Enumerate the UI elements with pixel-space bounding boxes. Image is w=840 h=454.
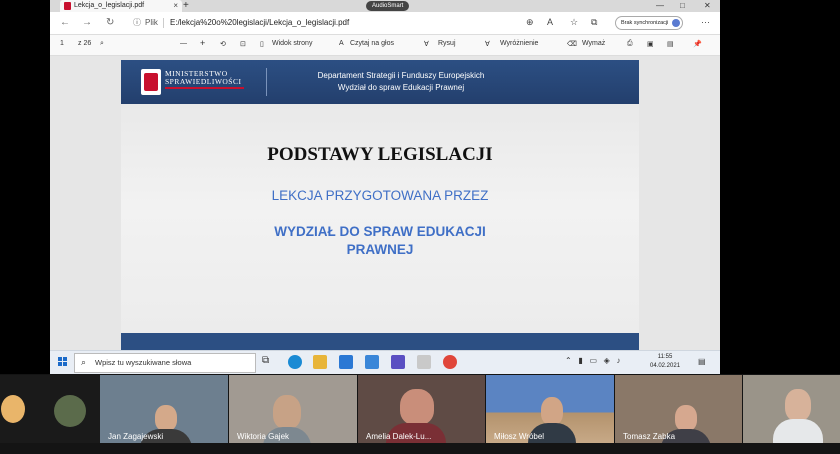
clock-time: 11:55 (657, 354, 673, 360)
separator (163, 18, 164, 28)
profile-avatar (672, 19, 681, 27)
highlight-icon[interactable]: ∀ (485, 40, 490, 48)
chrome-icon[interactable] (443, 355, 457, 369)
site-label: Plik (145, 18, 158, 27)
pdf-viewer[interactable]: MINISTERSTWO SPRAWIEDLIWOŚCI Departament… (50, 56, 720, 350)
read-aloud-icon[interactable]: A (547, 17, 553, 27)
avatar (1, 395, 25, 423)
minimize-button[interactable]: — (656, 0, 664, 12)
windows-taskbar: ⌕ Wpisz tu wyszukiwane słowa ⧉ ⌃ ▮ ▭ ◈ ♪… (50, 350, 720, 374)
search-placeholder: Wpisz tu wyszukiwane słowa (95, 358, 192, 367)
info-icon[interactable]: ⓘ (133, 17, 141, 28)
zoom-icon[interactable]: ⊕ (526, 17, 534, 28)
department-line1: Departament Strategii i Funduszy Europej… (317, 71, 485, 80)
url-field[interactable]: E:/lekcja%20o%20legislacji/Lekcja_o_legi… (170, 18, 349, 27)
audiosmart-badge: AudioSmart (366, 1, 410, 11)
draw-button[interactable]: Rysuj (438, 40, 456, 47)
participant-tile[interactable] (743, 375, 840, 443)
taskbar-search-input[interactable]: ⌕ Wpisz tu wyszukiwane słowa (74, 353, 256, 373)
taskbar-clock[interactable]: 11:55 04.02.2021 (650, 353, 680, 371)
slide-author-line1: WYDZIAŁ DO SPRAW EDUKACJI (274, 224, 486, 239)
close-window-button[interactable]: ✕ (704, 0, 711, 12)
slide-title: PODSTAWY LEGISLACJI (267, 144, 493, 165)
search-icon[interactable]: ⌕ (100, 40, 104, 48)
participant-name: Jan Zagajewski (108, 432, 164, 441)
browser-window: Lekcja_o_legislacji.pdf × + AudioSmart —… (50, 0, 720, 374)
page-number-input[interactable]: 1 (60, 40, 64, 47)
search-icon: ⌕ (81, 357, 87, 367)
eagle-emblem-icon (141, 69, 161, 95)
slide-page: MINISTERSTWO SPRAWIEDLIWOŚCI Departament… (121, 60, 639, 350)
read-aloud-icon[interactable]: A (339, 40, 344, 47)
logo-underline (165, 87, 244, 89)
participant-tile[interactable]: Jan Zagajewski (100, 375, 228, 443)
participant-tile[interactable]: Amelia Dalek-Lu... (358, 375, 485, 443)
edge-icon[interactable] (288, 355, 302, 369)
store-icon[interactable] (365, 355, 379, 369)
zoom-out-button[interactable]: — (180, 40, 187, 47)
save-as-icon[interactable]: ▤ (667, 40, 674, 48)
file-explorer-icon[interactable] (313, 355, 327, 369)
pdf-icon (64, 2, 71, 10)
participant-tile[interactable] (0, 375, 40, 443)
slide-body (121, 104, 639, 333)
task-view-icon[interactable]: ⧉ (262, 355, 269, 366)
participant-tile[interactable]: Tomasz Zabka (615, 375, 742, 443)
address-bar-row: ← → ↻ ⓘ Plik E:/lekcja%20o%20legislacji/… (50, 12, 720, 35)
sync-label: Brak synchronizacji (621, 20, 669, 26)
slide-author-line2: PRAWNEJ (346, 242, 414, 257)
draw-icon[interactable]: ∀ (424, 40, 429, 48)
participant-name: Amelia Dalek-Lu... (366, 432, 432, 441)
slide-author: WYDZIAŁ DO SPRAW EDUKACJI PRAWNEJ (121, 223, 639, 259)
save-icon[interactable]: ▣ (647, 40, 654, 48)
participant-strip: Jan Zagajewski Wiktoria Gajek Amelia Dal… (0, 374, 840, 454)
favorite-icon[interactable]: ☆ (570, 17, 578, 28)
fit-page-icon[interactable]: ⊡ (240, 40, 246, 48)
ministry-name-line2: SPRAWIEDLIWOŚCI (165, 77, 242, 86)
page-count: z 26 (78, 40, 92, 47)
teams-icon[interactable] (391, 355, 405, 369)
tab-close-button[interactable]: × (173, 0, 178, 12)
collections-icon[interactable]: ⧉ (591, 17, 597, 28)
sync-button[interactable]: Brak synchronizacji (615, 16, 684, 30)
erase-button[interactable]: Wymaż (582, 40, 605, 47)
reload-button[interactable]: ↻ (106, 17, 114, 28)
highlight-button[interactable]: Wyróżnienie (500, 40, 538, 47)
paint-icon[interactable] (417, 355, 431, 369)
rotate-icon[interactable]: ⟲ (220, 40, 226, 48)
header-divider (266, 68, 267, 96)
participant-name: Tomasz Zabka (623, 432, 676, 441)
slide-subtitle: LEKCJA PRZYGOTOWANA PRZEZ (271, 188, 489, 203)
slide-footer (121, 333, 639, 350)
new-tab-button[interactable]: + (183, 0, 189, 12)
windows-start-icon[interactable] (58, 357, 68, 367)
tab-bar: Lekcja_o_legislacji.pdf × + AudioSmart —… (50, 0, 720, 12)
participant-name: Wiktoria Gajek (237, 432, 290, 441)
participant-tile[interactable]: Miłosz Wróbel (486, 375, 614, 443)
forward-button[interactable]: → (82, 17, 92, 28)
more-menu-button[interactable]: ··· (701, 17, 710, 27)
page-view-icon[interactable]: ▯ (260, 40, 264, 48)
pin-icon[interactable]: 📌 (693, 40, 702, 48)
participant-tile[interactable]: Wiktoria Gajek (229, 375, 357, 443)
read-aloud-button[interactable]: Czytaj na głos (350, 40, 394, 47)
clock-date: 04.02.2021 (650, 363, 681, 369)
page-view-button[interactable]: Widok strony (272, 40, 312, 47)
back-button[interactable]: ← (60, 17, 70, 28)
participant-name: Miłosz Wróbel (494, 432, 545, 441)
print-icon[interactable]: ⎙ (627, 40, 633, 48)
system-tray[interactable]: ⌃ ▮ ▭ ◈ ♪ (565, 356, 621, 365)
pdf-toolbar: 1 z 26 ⌕ — + ⟲ ⊡ ▯ Widok strony A Czytaj… (50, 35, 720, 56)
tab-pdf[interactable]: Lekcja_o_legislacji.pdf × (60, 0, 182, 12)
zoom-in-button[interactable]: + (200, 38, 205, 48)
tab-title: Lekcja_o_legislacji.pdf (74, 2, 145, 9)
mail-icon[interactable] (339, 355, 353, 369)
notifications-icon[interactable]: ▤ (698, 357, 706, 366)
eraser-icon[interactable]: ⌫ (567, 40, 577, 48)
slide-header: MINISTERSTWO SPRAWIEDLIWOŚCI Departament… (121, 60, 639, 104)
avatar (54, 395, 86, 427)
participant-tile[interactable] (40, 375, 100, 443)
maximize-button[interactable]: □ (680, 0, 685, 12)
department-line2: Wydział do spraw Edukacji Prawnej (337, 83, 465, 92)
